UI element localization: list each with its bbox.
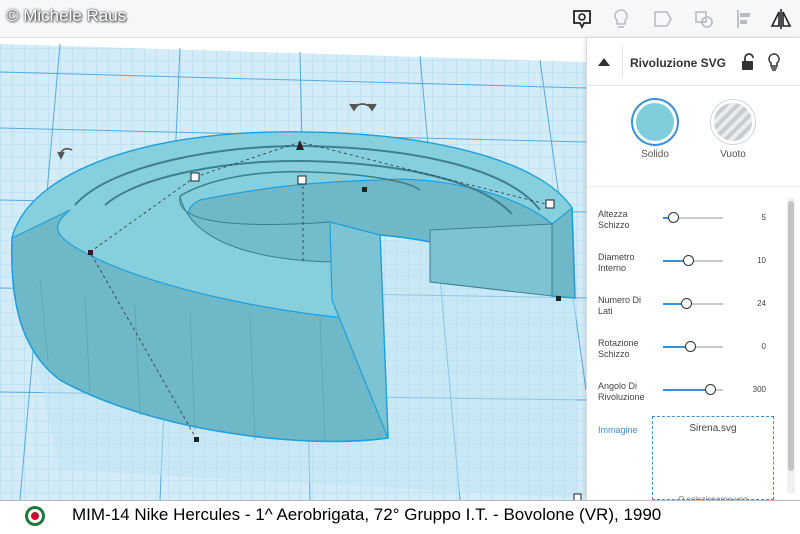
- unlock-icon[interactable]: [739, 52, 757, 72]
- image-filename: Sirena.svg: [689, 423, 737, 434]
- property-label-line1: Numero Di: [598, 295, 642, 305]
- notes-icon[interactable]: [568, 5, 596, 33]
- property-label-line2: Schizzo: [598, 349, 630, 359]
- property-value[interactable]: 24: [757, 299, 766, 308]
- property-value[interactable]: 5: [762, 213, 766, 222]
- property-label: Diametro Interno: [598, 252, 635, 274]
- lightbulb-icon[interactable]: [765, 52, 783, 72]
- workplane-scene[interactable]: [0, 38, 586, 500]
- property-label-line2: Lati: [598, 306, 613, 316]
- image-dropzone[interactable]: Sirena.svg O selezionarne uno: [652, 416, 774, 504]
- shape-inspector-panel: Rivoluzione SVG Solido Vuoto Altezza Schi…: [586, 38, 800, 504]
- hole-swatch[interactable]: [711, 100, 755, 144]
- slider-knob[interactable]: [683, 255, 694, 266]
- property-value[interactable]: 0: [762, 342, 766, 351]
- property-value[interactable]: 300: [753, 385, 766, 394]
- slider-knob[interactable]: [681, 298, 692, 309]
- property-label-line2: Schizzo: [598, 220, 630, 230]
- panel-scrollbar[interactable]: [787, 198, 795, 493]
- solid-swatch[interactable]: [633, 100, 677, 144]
- caption-bar: MIM-14 Nike Hercules - 1^ Aerobrigata, 7…: [0, 500, 800, 534]
- ungroup-icon[interactable]: [690, 5, 718, 33]
- lightbulb-icon[interactable]: [607, 5, 635, 33]
- roundel-icon: [25, 506, 45, 526]
- property-label-line1: Diametro: [598, 252, 635, 262]
- slider-fill: [663, 389, 710, 391]
- image-label: Immagine: [598, 425, 638, 435]
- hole-label: Vuoto: [720, 149, 746, 160]
- property-label: Rotazione Schizzo: [598, 338, 639, 360]
- slider-knob[interactable]: [668, 212, 679, 223]
- property-label-line1: Rotazione: [598, 338, 639, 348]
- scroll-thumb[interactable]: [788, 201, 794, 471]
- property-label-line1: Altezza: [598, 209, 628, 219]
- panel-header: Rivoluzione SVG: [587, 38, 800, 86]
- group-icon[interactable]: [649, 5, 677, 33]
- panel-title: Rivoluzione SVG: [630, 56, 727, 70]
- property-label: Angolo Di Rivoluzione: [598, 381, 645, 403]
- property-value[interactable]: 10: [757, 256, 766, 265]
- workplane-viewport[interactable]: [0, 38, 586, 500]
- watermark: © Michele Raus: [6, 6, 127, 25]
- header-divider: [622, 46, 623, 78]
- property-label-line2: Interno: [598, 263, 627, 273]
- slider-knob[interactable]: [685, 341, 696, 352]
- property-label: Numero Di Lati: [598, 295, 641, 317]
- property-label-line1: Angolo Di: [598, 381, 638, 391]
- caption-text: MIM-14 Nike Hercules - 1^ Aerobrigata, 7…: [72, 505, 662, 524]
- collapse-chevron-icon[interactable]: [597, 56, 611, 68]
- mirror-icon[interactable]: [767, 5, 795, 33]
- divider: [587, 186, 800, 187]
- property-label-line2: Rivoluzione: [598, 392, 645, 402]
- align-icon[interactable]: [731, 5, 759, 33]
- slider-knob[interactable]: [705, 384, 716, 395]
- property-label: Altezza Schizzo: [598, 209, 630, 231]
- solid-label: Solido: [641, 149, 669, 160]
